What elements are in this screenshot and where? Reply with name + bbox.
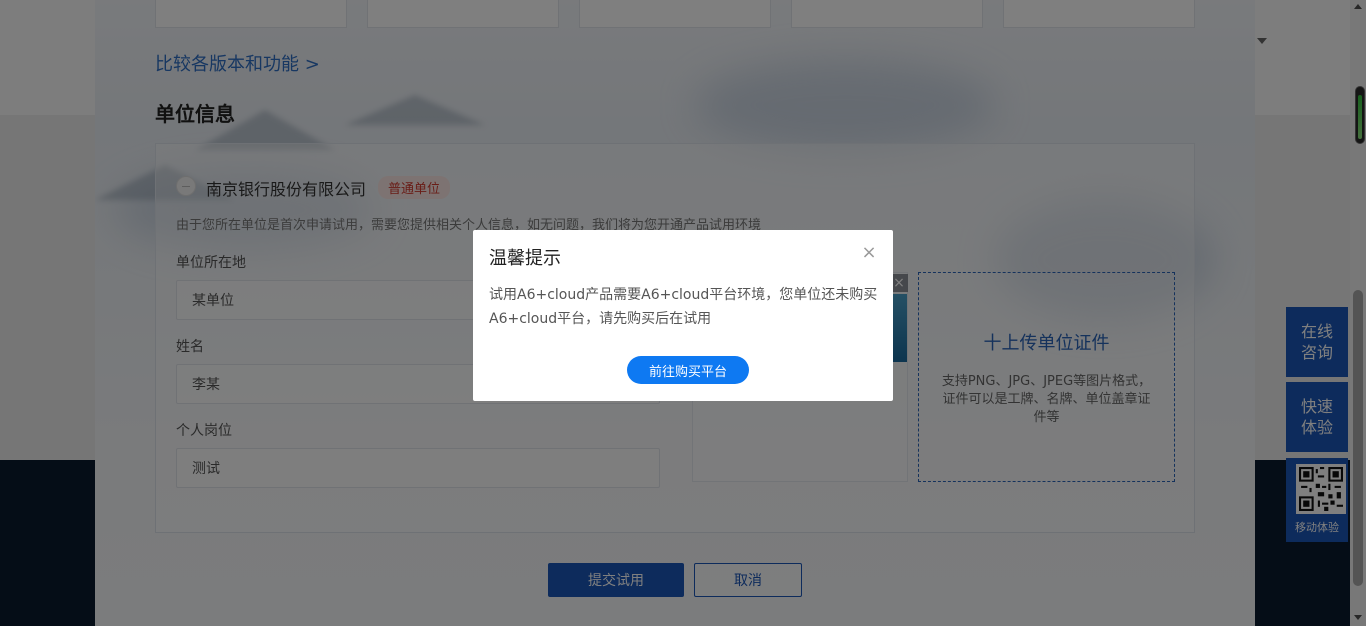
modal-title: 温馨提示 [489, 248, 561, 269]
close-icon[interactable]: × [860, 244, 878, 262]
modal-message: 试用A6+cloud产品需要A6+cloud平台环境，您单位还未购买A6+clo… [489, 287, 878, 327]
buy-platform-button[interactable]: 前往购买平台 [627, 356, 749, 384]
notice-modal: 温馨提示 × 试用A6+cloud产品需要A6+cloud平台环境，您单位还未购… [473, 230, 893, 401]
